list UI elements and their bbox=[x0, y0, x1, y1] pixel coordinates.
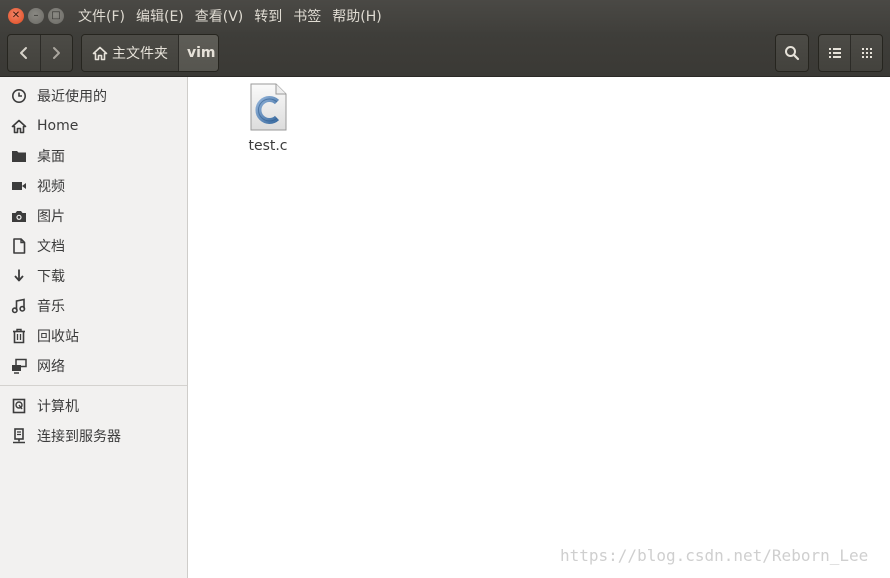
sidebar-item-label: 音乐 bbox=[37, 299, 65, 315]
menu-bookmarks[interactable]: 书签 bbox=[293, 6, 321, 26]
sidebar-divider bbox=[0, 385, 187, 386]
sidebar-item-downloads[interactable]: 下载 bbox=[0, 261, 187, 291]
sidebar-item-music[interactable]: 音乐 bbox=[0, 291, 187, 321]
close-window-button[interactable]: ✕ bbox=[8, 8, 24, 24]
file-view[interactable]: test.c bbox=[192, 77, 890, 578]
menu-bar: 文件(F) 编辑(E) 查看(V) 转到 书签 帮助(H) bbox=[78, 6, 393, 26]
sidebar-item-label: 桌面 bbox=[37, 149, 65, 165]
sidebar-item-videos[interactable]: 视频 bbox=[0, 171, 187, 201]
view-mode-buttons bbox=[818, 34, 883, 72]
forward-button[interactable] bbox=[39, 35, 72, 71]
list-view-icon bbox=[828, 48, 841, 58]
sidebar-item-label: 最近使用的 bbox=[37, 89, 107, 105]
computer-icon bbox=[11, 398, 27, 414]
sidebar-item-label: 连接到服务器 bbox=[37, 429, 121, 445]
back-button[interactable] bbox=[8, 35, 40, 71]
file-name-label: test.c bbox=[248, 138, 288, 154]
grid-view-button[interactable] bbox=[850, 35, 882, 71]
c-source-file-icon bbox=[250, 83, 287, 131]
navigation-buttons bbox=[7, 34, 73, 72]
music-icon bbox=[11, 298, 27, 314]
menu-view[interactable]: 查看(V) bbox=[195, 6, 244, 26]
sidebar-item-label: 图片 bbox=[37, 209, 65, 225]
maximize-window-button[interactable]: □ bbox=[48, 8, 64, 24]
sidebar-item-desktop[interactable]: 桌面 bbox=[0, 141, 187, 171]
sidebar-item-pictures[interactable]: 图片 bbox=[0, 201, 187, 231]
folder-icon bbox=[11, 148, 27, 164]
toolbar: 主文件夹 vim bbox=[0, 32, 890, 77]
path-bar: 主文件夹 vim bbox=[81, 34, 219, 72]
menu-go[interactable]: 转到 bbox=[254, 6, 282, 26]
search-icon bbox=[785, 46, 800, 61]
close-icon: ✕ bbox=[11, 10, 21, 21]
sidebar-item-computer[interactable]: 计算机 bbox=[0, 391, 187, 421]
network-icon bbox=[11, 358, 27, 374]
sidebar-item-label: 文档 bbox=[37, 239, 65, 255]
sidebar-item-label: 网络 bbox=[37, 359, 65, 375]
minimize-icon: – bbox=[33, 10, 39, 21]
sidebar-item-home[interactable]: Home bbox=[0, 111, 187, 141]
chevron-right-icon bbox=[53, 47, 61, 59]
download-icon bbox=[11, 268, 27, 284]
video-icon bbox=[11, 178, 27, 194]
server-connect-icon bbox=[11, 428, 27, 444]
sidebar-item-label: 视频 bbox=[37, 179, 65, 195]
sidebar-item-label: 计算机 bbox=[37, 399, 79, 415]
maximize-icon: □ bbox=[51, 10, 61, 21]
path-crumb-home-label: 主文件夹 bbox=[112, 46, 168, 62]
sidebar: 最近使用的 Home 桌面 视频 图片 文档 下载 音乐 回收站 网络 计算机 … bbox=[0, 77, 188, 578]
chevron-left-icon bbox=[19, 47, 27, 59]
file-item-test-c[interactable]: test.c bbox=[248, 83, 288, 154]
camera-icon bbox=[11, 208, 27, 224]
sidebar-item-label: 下载 bbox=[37, 269, 65, 285]
watermark: https://blog.csdn.net/Reborn_Lee bbox=[560, 546, 869, 565]
path-crumb-home[interactable]: 主文件夹 bbox=[82, 35, 178, 71]
clock-icon bbox=[11, 88, 27, 104]
sidebar-item-recent[interactable]: 最近使用的 bbox=[0, 81, 187, 111]
menu-help[interactable]: 帮助(H) bbox=[332, 6, 381, 26]
sidebar-item-label: Home bbox=[37, 118, 79, 134]
home-icon bbox=[92, 46, 108, 61]
minimize-window-button[interactable]: – bbox=[28, 8, 44, 24]
sidebar-item-trash[interactable]: 回收站 bbox=[0, 321, 187, 351]
grid-view-icon bbox=[861, 48, 872, 58]
path-crumb-current-label: vim bbox=[187, 45, 216, 61]
list-view-button[interactable] bbox=[819, 35, 850, 71]
trash-icon bbox=[11, 328, 27, 344]
sidebar-item-network[interactable]: 网络 bbox=[0, 351, 187, 381]
title-bar: ✕ – □ 文件(F) 编辑(E) 查看(V) 转到 书签 帮助(H) bbox=[0, 0, 890, 32]
menu-edit[interactable]: 编辑(E) bbox=[136, 6, 184, 26]
sidebar-item-documents[interactable]: 文档 bbox=[0, 231, 187, 261]
home-icon bbox=[11, 118, 27, 134]
sidebar-item-label: 回收站 bbox=[37, 329, 79, 345]
menu-file[interactable]: 文件(F) bbox=[78, 6, 125, 26]
path-crumb-current[interactable]: vim bbox=[178, 35, 218, 71]
document-icon bbox=[11, 238, 27, 254]
search-button[interactable] bbox=[775, 34, 809, 72]
sidebar-item-connect-server[interactable]: 连接到服务器 bbox=[0, 421, 187, 451]
window-controls: ✕ – □ bbox=[8, 8, 70, 24]
